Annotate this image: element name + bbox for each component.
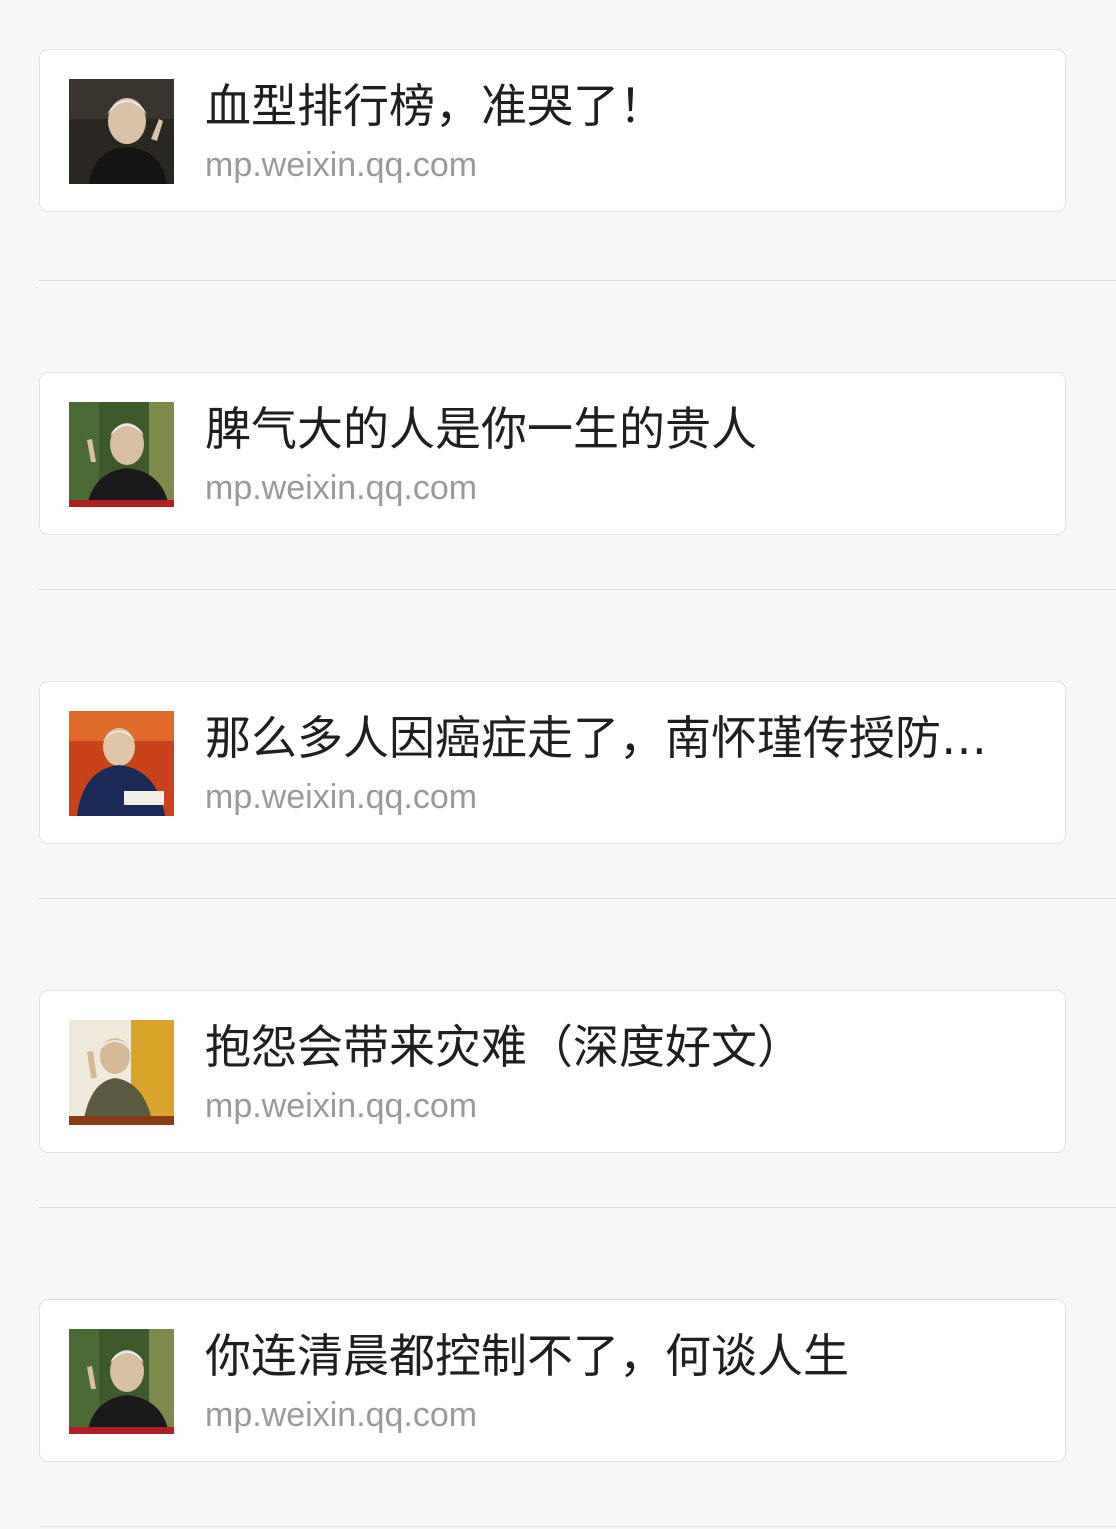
article-title: 那么多人因癌症走了，南怀瑾传授防… (205, 711, 987, 765)
article-thumbnail-portrait-icon (69, 79, 174, 184)
article-title: 抱怨会带来灾难（深度好文） (205, 1020, 803, 1074)
article-card[interactable]: 那么多人因癌症走了，南怀瑾传授防… mp.weixin.qq.com (39, 681, 1066, 844)
article-card[interactable]: 血型排行榜，准哭了！ mp.weixin.qq.com (39, 49, 1066, 212)
article-title: 你连清晨都控制不了，何谈人生 (205, 1329, 849, 1383)
article-feed: 血型排行榜，准哭了！ mp.weixin.qq.com 脾气大的人是你一生的贵人… (0, 0, 1116, 1529)
divider (39, 898, 1116, 899)
article-card[interactable]: 抱怨会带来灾难（深度好文） mp.weixin.qq.com (39, 990, 1066, 1153)
article-card[interactable]: 你连清晨都控制不了，何谈人生 mp.weixin.qq.com (39, 1299, 1066, 1462)
article-source-domain: mp.weixin.qq.com (205, 146, 478, 184)
article-thumbnail-portrait-icon (69, 1329, 174, 1434)
divider (39, 589, 1116, 590)
divider (39, 280, 1116, 281)
article-thumbnail-portrait-icon (69, 711, 174, 816)
article-card[interactable]: 脾气大的人是你一生的贵人 mp.weixin.qq.com (39, 372, 1066, 535)
article-thumbnail-portrait-icon (69, 1020, 174, 1125)
article-source-domain: mp.weixin.qq.com (205, 469, 478, 507)
article-thumbnail-portrait-icon (69, 402, 174, 507)
article-source-domain: mp.weixin.qq.com (205, 1396, 478, 1434)
article-title: 脾气大的人是你一生的贵人 (205, 402, 757, 456)
article-title: 血型排行榜，准哭了！ (205, 79, 665, 133)
divider (39, 1207, 1116, 1208)
article-source-domain: mp.weixin.qq.com (205, 778, 478, 816)
divider (39, 1526, 1116, 1527)
article-source-domain: mp.weixin.qq.com (205, 1087, 478, 1125)
